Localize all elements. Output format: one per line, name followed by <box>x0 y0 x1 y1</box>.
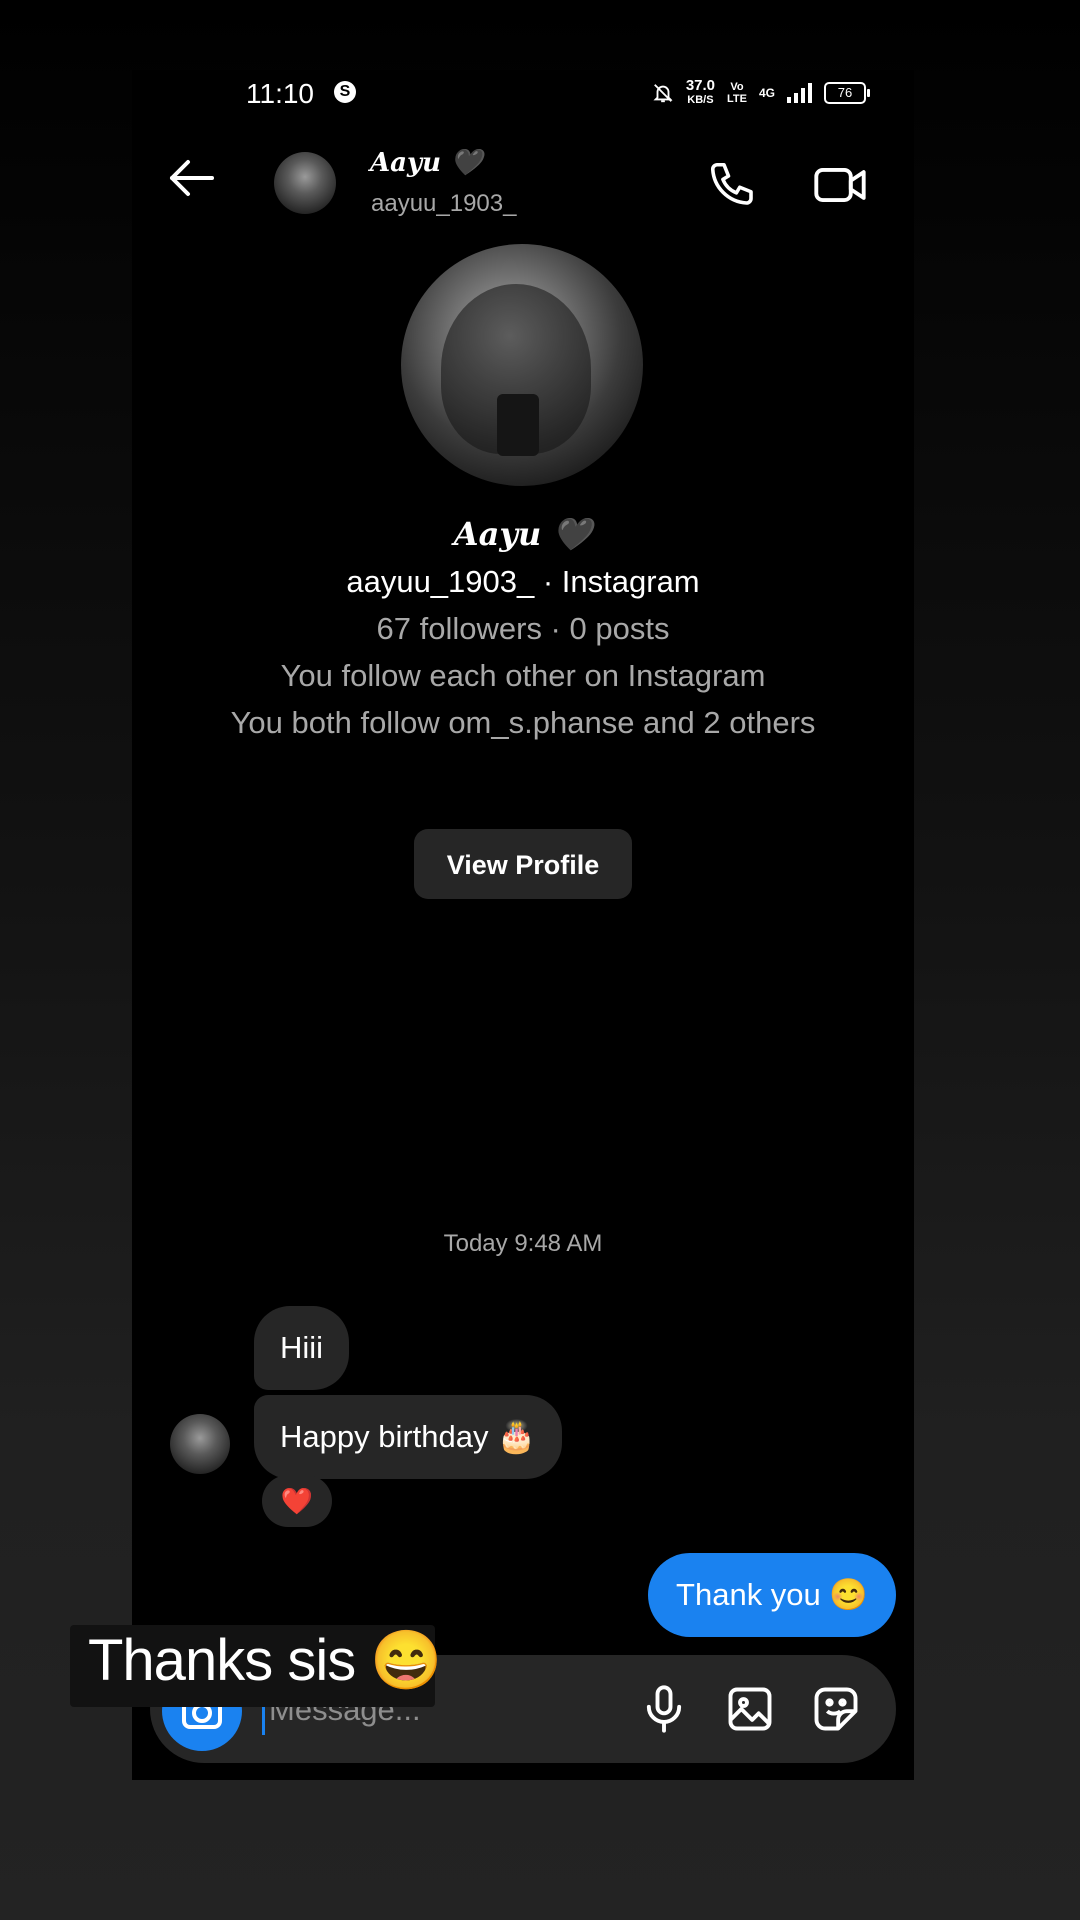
volte-indicator: Vo LTE <box>727 81 747 105</box>
mutual-friends-text: You both follow om_s.phanse and 2 others <box>230 705 816 740</box>
mutual-follow-text: You follow each other on Instagram <box>280 658 766 693</box>
video-camera-icon <box>814 167 866 203</box>
signal-icon <box>787 83 812 103</box>
volte-bottom: LTE <box>727 93 747 105</box>
back-button[interactable] <box>164 150 220 206</box>
received-message[interactable]: Hiii <box>254 1306 350 1390</box>
image-icon <box>728 1687 772 1731</box>
audio-call-button[interactable] <box>706 158 760 212</box>
heart-reaction[interactable]: ❤️ <box>262 1475 332 1527</box>
volte-top: Vo <box>730 81 744 93</box>
sticker-button[interactable] <box>810 1683 862 1735</box>
net-speed-value: 37.0 <box>685 77 716 94</box>
message-timestamp: Today 9:48 AM <box>443 1230 603 1257</box>
sender-avatar[interactable] <box>170 1414 230 1474</box>
net-speed-unit: KB/S <box>687 94 714 106</box>
battery-icon: 76 <box>824 82 870 104</box>
header-username[interactable]: aayuu_1903_ <box>371 190 516 218</box>
status-bar: 11:10 S 37.0 KB/S Vo LTE 4G 76 <box>132 70 914 114</box>
microphone-button[interactable] <box>638 1683 690 1735</box>
mute-bell-icon <box>652 82 674 104</box>
received-message[interactable]: Happy birthday 🎂 <box>254 1395 562 1479</box>
view-profile-button[interactable]: View Profile <box>414 829 632 899</box>
status-time: 11:10 <box>246 78 314 109</box>
app-notification-icon: S <box>334 81 356 103</box>
sent-message[interactable]: Thank you 😊 <box>648 1553 896 1637</box>
network-type: 4G <box>758 86 775 100</box>
status-indicators: 37.0 KB/S Vo LTE 4G 76 <box>652 77 870 108</box>
header-name[interactable]: Aayu 🖤 <box>370 148 482 178</box>
profile-avatar[interactable] <box>401 244 643 486</box>
sticker-icon <box>814 1687 858 1731</box>
header-avatar[interactable] <box>274 152 336 214</box>
gallery-button[interactable] <box>724 1683 776 1735</box>
arrow-left-icon <box>170 160 214 196</box>
profile-username: aayuu_1903_ · Instagram <box>346 564 700 599</box>
profile-name: Aayu 🖤 <box>453 515 593 553</box>
caption-overlay-text: Thanks sis 😄 <box>88 1628 443 1693</box>
phone-screen: 11:10 S 37.0 KB/S Vo LTE 4G 76 Aayu 🖤 aa… <box>132 70 914 1780</box>
phone-icon <box>710 162 753 205</box>
microphone-icon <box>646 1685 682 1733</box>
profile-summary: Aayu 🖤 aayuu_1903_ · Instagram 67 follow… <box>132 510 914 746</box>
video-call-button[interactable] <box>812 158 868 212</box>
profile-stats: 67 followers · 0 posts <box>376 611 670 646</box>
net-speed: 37.0 KB/S <box>685 77 716 107</box>
